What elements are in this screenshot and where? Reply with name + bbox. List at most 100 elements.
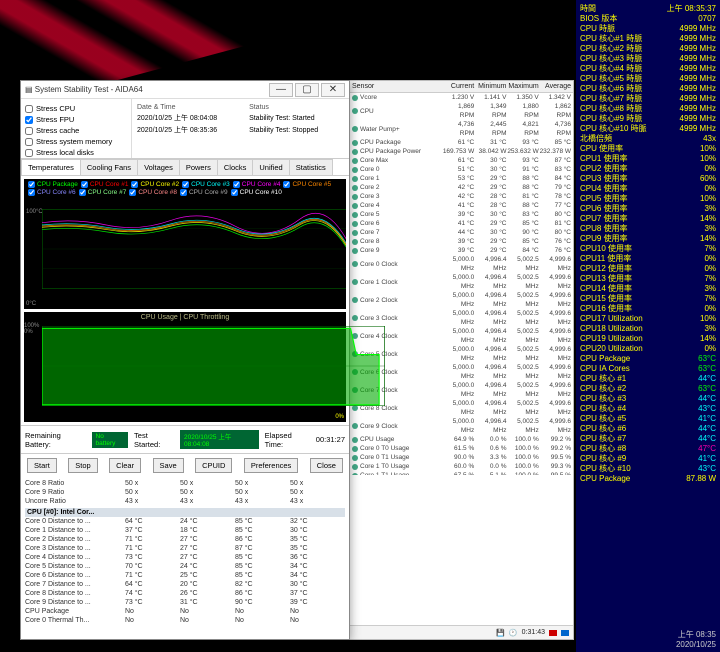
sensor-row[interactable]: Core 441 °C28 °C88 °C77 °C (350, 201, 573, 210)
tab-voltages[interactable]: Voltages (137, 159, 180, 175)
hwmon-row[interactable]: Core 9 Distance to ...73 °C31 °C90 °C39 … (25, 598, 345, 607)
legend-item[interactable]: CPU Core #3 (182, 181, 230, 188)
sensor-row[interactable]: Core 0 T1 Usage90.0 %3.3 %100.0 %99.5 % (350, 453, 573, 462)
minimize-button[interactable]: — (269, 83, 293, 97)
tab-statistics[interactable]: Statistics (289, 159, 333, 175)
tab-temperatures[interactable]: Temperatures (21, 159, 81, 175)
sensor-row[interactable]: Core 539 °C30 °C83 °C80 °C (350, 210, 573, 219)
sensor-row[interactable]: Core 9 Clock5,000.0 MHz4,996.4 MHz5,002.… (350, 417, 573, 435)
sensor-row[interactable]: CPU Package Power169.753 W38.042 W253.63… (350, 147, 573, 156)
sensor-row[interactable]: Core 0 Clock5,000.0 MHz4,996.4 MHz5,002.… (350, 255, 573, 273)
sensor-row[interactable]: Core 2 Clock5,000.0 MHz4,996.4 MHz5,002.… (350, 291, 573, 309)
tab-clocks[interactable]: Clocks (217, 159, 254, 175)
hwmon-row[interactable]: Core 8 Ratio50 x50 x50 x50 x (25, 479, 345, 488)
hwmon-row[interactable]: Core 9 Ratio50 x50 x50 x50 x (25, 488, 345, 497)
legend-checkbox[interactable] (81, 181, 88, 188)
stop-button[interactable]: Stop (68, 458, 97, 473)
sensor-row[interactable]: Core 839 °C29 °C85 °C76 °C (350, 237, 573, 246)
hwmon-row[interactable]: Core 1 Distance to ...37 °C18 °C85 °C30 … (25, 526, 345, 535)
overlay-val: 0% (704, 184, 716, 194)
hwmon-row[interactable]: Core 2 Distance to ...71 °C27 °C86 °C35 … (25, 535, 345, 544)
hwmon-row[interactable]: Core 7 Distance to ...64 °C20 °C82 °C30 … (25, 580, 345, 589)
hwmon-row[interactable]: CPU PackageNoNoNoNo (25, 607, 345, 616)
stress-option[interactable]: Stress cache (25, 125, 127, 136)
close-button[interactable]: Close (310, 458, 343, 473)
sensor-row[interactable]: Core 342 °C28 °C81 °C78 °C (350, 192, 573, 201)
status-icon (352, 194, 358, 200)
legend-checkbox[interactable] (182, 181, 189, 188)
aida-titlebar[interactable]: ▤ System Stability Test - AIDA64 — ▢ ✕ (21, 81, 349, 99)
hwmon-row[interactable]: Core 6 Distance to ...71 °C25 °C85 °C34 … (25, 571, 345, 580)
stress-option[interactable]: Stress system memory (25, 136, 127, 147)
stress-option[interactable]: Stress CPU (25, 103, 127, 114)
sensor-row[interactable]: Core 1 T1 Usage67.5 %5.1 %100.0 %99.5 % (350, 471, 573, 475)
col-current[interactable]: Current (442, 83, 474, 90)
tab-powers[interactable]: Powers (179, 159, 218, 175)
legend-checkbox[interactable] (28, 189, 35, 196)
stress-checkbox[interactable] (25, 138, 33, 146)
sensor-row[interactable]: Core 0 T0 Usage61.5 %0.6 %100.0 %99.2 % (350, 444, 573, 453)
legend-checkbox[interactable] (131, 181, 138, 188)
stress-option[interactable]: Stress local disks (25, 147, 127, 158)
hwmon-row[interactable]: Core 3 Distance to ...71 °C27 °C87 °C35 … (25, 544, 345, 553)
tab-unified[interactable]: Unified (252, 159, 289, 175)
hwmon-row[interactable]: Core 5 Distance to ...70 °C24 °C85 °C34 … (25, 562, 345, 571)
stress-checkbox[interactable] (25, 105, 33, 113)
stress-checkbox[interactable] (25, 149, 33, 157)
sensor-row[interactable]: Core 939 °C29 °C84 °C76 °C (350, 246, 573, 255)
hwmon-row[interactable]: Core 0 Distance to ...64 °C24 °C85 °C32 … (25, 517, 345, 526)
legend-checkbox[interactable] (180, 189, 187, 196)
legend-checkbox[interactable] (129, 189, 136, 196)
legend-checkbox[interactable] (283, 181, 290, 188)
legend-item[interactable]: CPU Core #7 (79, 189, 127, 196)
legend-checkbox[interactable] (28, 181, 35, 188)
legend-checkbox[interactable] (231, 189, 238, 196)
sensor-row[interactable]: Core 153 °C29 °C88 °C84 °C (350, 174, 573, 183)
start-button[interactable]: Start (27, 458, 57, 473)
legend-item[interactable]: CPU Core #1 (81, 181, 129, 188)
tab-cooling fans[interactable]: Cooling Fans (80, 159, 138, 175)
sensor-row[interactable]: Core 744 °C30 °C90 °C80 °C (350, 228, 573, 237)
col-sensor[interactable]: Sensor (352, 83, 442, 90)
hwmon-row[interactable]: Core 8 Distance to ...74 °C26 °C86 °C37 … (25, 589, 345, 598)
legend-item[interactable]: CPU Core #5 (283, 181, 331, 188)
col-avg[interactable]: Average (539, 83, 571, 90)
hwmon-row[interactable]: Core 0 Thermal Th...NoNoNoNo (25, 616, 345, 625)
legend-item[interactable]: CPU Package (28, 181, 78, 188)
legend-checkbox[interactable] (79, 189, 86, 196)
sensor-row[interactable]: Core 1 T0 Usage60.0 %0.0 %100.0 %99.3 % (350, 462, 573, 471)
save-button[interactable]: Save (153, 458, 184, 473)
sensor-row[interactable]: CPU1,869 RPM1,349 RPM1,880 RPM1,862 RPM (350, 102, 573, 120)
hwmon-header[interactable]: CPU [#0]: Intel Cor... (25, 508, 345, 517)
legend-item[interactable]: CPU Core #2 (131, 181, 179, 188)
cpuid-button[interactable]: CPUID (195, 458, 232, 473)
sensor-row[interactable]: Core 3 Clock5,000.0 MHz4,996.4 MHz5,002.… (350, 309, 573, 327)
status-icon (352, 297, 358, 303)
stress-checkbox[interactable] (25, 127, 33, 135)
col-min[interactable]: Minimum (474, 83, 506, 90)
col-max[interactable]: Maximum (507, 83, 539, 90)
close-button[interactable]: ✕ (321, 83, 345, 97)
sensor-row[interactable]: Core 051 °C30 °C91 °C83 °C (350, 165, 573, 174)
legend-item[interactable]: CPU Core #6 (28, 189, 76, 196)
maximize-button[interactable]: ▢ (295, 83, 319, 97)
preferences-button[interactable]: Preferences (244, 458, 298, 473)
hwmon-row[interactable]: Uncore Ratio43 x43 x43 x43 x (25, 497, 345, 506)
sensor-row[interactable]: Vcore1.230 V1.141 V1.350 V1.342 V (350, 93, 573, 102)
sensor-row[interactable]: Core 1 Clock5,000.0 MHz4,996.4 MHz5,002.… (350, 273, 573, 291)
legend-item[interactable]: CPU Core #10 (231, 189, 282, 196)
stress-checkbox[interactable] (25, 116, 33, 124)
sensor-row[interactable]: Core 242 °C29 °C88 °C79 °C (350, 183, 573, 192)
legend-checkbox[interactable] (233, 181, 240, 188)
legend-item[interactable]: CPU Core #4 (233, 181, 281, 188)
sensor-row[interactable]: Core 641 °C29 °C85 °C81 °C (350, 219, 573, 228)
sensor-row[interactable]: CPU Usage64.9 %0.0 %100.0 %99.2 % (350, 435, 573, 444)
sensor-row[interactable]: Water Pump+4,736 RPM2,445 RPM4,821 RPM4,… (350, 120, 573, 138)
legend-item[interactable]: CPU Core #8 (129, 189, 177, 196)
sensor-row[interactable]: CPU Package61 °C31 °C93 °C85 °C (350, 138, 573, 147)
clear-button[interactable]: Clear (109, 458, 141, 473)
stress-option[interactable]: Stress FPU (25, 114, 127, 125)
hwmon-row[interactable]: Core 4 Distance to ...73 °C27 °C85 °C36 … (25, 553, 345, 562)
sensor-row[interactable]: Core Max61 °C30 °C93 °C87 °C (350, 156, 573, 165)
legend-item[interactable]: CPU Core #9 (180, 189, 228, 196)
